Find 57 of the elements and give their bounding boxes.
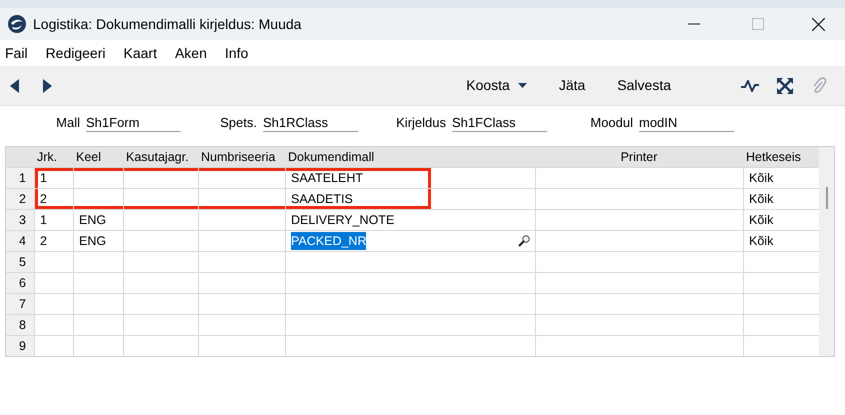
column-header[interactable]: Numbriseeria — [198, 147, 285, 167]
text-field[interactable]: Sh1RClass — [263, 114, 358, 132]
app-logo-icon — [7, 14, 27, 34]
menu-item[interactable]: Redigeeri — [46, 42, 106, 64]
back-arrow-icon[interactable] — [10, 78, 20, 92]
text-field[interactable]: Sh1FClass — [452, 114, 547, 132]
column-header[interactable]: Kasutajagr. — [123, 147, 198, 167]
table-cell[interactable] — [73, 168, 123, 188]
table-cell[interactable] — [198, 189, 285, 209]
row-number: 2 — [6, 189, 34, 209]
table-cell[interactable]: SAATELEHT — [286, 168, 431, 188]
menu-item[interactable]: Aken — [174, 42, 207, 64]
column-header[interactable]: Jrk. — [34, 147, 73, 167]
table-cell[interactable] — [123, 168, 198, 188]
field-label: Mall — [55, 114, 80, 132]
toolbar-button[interactable]: Jäta — [542, 75, 602, 96]
row-number: 8 — [6, 315, 34, 335]
text-field[interactable]: modIN — [639, 114, 734, 132]
menu-item[interactable]: Info — [224, 42, 248, 64]
table-cell[interactable]: DELIVERY_NOTE — [286, 210, 431, 230]
row-number: 6 — [6, 273, 34, 293]
pulse-icon[interactable] — [741, 80, 759, 92]
table-cell[interactable]: 1 — [34, 168, 73, 188]
column-header[interactable]: Printer — [535, 147, 743, 167]
row-number: 1 — [6, 168, 34, 188]
row-number: 5 — [6, 252, 34, 272]
table-cell[interactable]: 2 — [34, 189, 73, 209]
window-title: Logistika: Dokumendimalli kirjeldus: Muuda — [33, 14, 302, 34]
column-header[interactable]: Hetkeseis — [743, 147, 819, 167]
menu-item[interactable]: Kaart — [124, 42, 157, 64]
maximize-icon[interactable] — [752, 18, 764, 30]
field-label: Spets. — [219, 114, 257, 132]
table-cell[interactable]: PACKED_NR — [286, 231, 431, 251]
field-label: Moodul — [589, 114, 633, 132]
search-icon[interactable] — [518, 235, 530, 247]
toolbar-button[interactable]: Koosta — [450, 75, 543, 96]
menu-item[interactable]: Fail — [5, 42, 28, 64]
field-label: Kirjeldus — [395, 114, 446, 132]
row-number: 7 — [6, 294, 34, 314]
toolbar-button[interactable]: Salvesta — [601, 75, 687, 96]
close-icon[interactable] — [812, 18, 825, 30]
row-number: 4 — [6, 231, 34, 251]
table-cell[interactable] — [73, 189, 123, 209]
table-cell[interactable] — [198, 168, 285, 188]
column-header[interactable]: Dokumendimall — [285, 147, 535, 167]
paperclip-icon[interactable] — [811, 76, 827, 94]
scrollbar-thumb[interactable] — [826, 187, 828, 209]
column-header[interactable]: Keel — [73, 147, 123, 167]
row-number: 3 — [6, 210, 34, 230]
table-cell[interactable] — [123, 189, 198, 209]
forward-arrow-icon[interactable] — [42, 78, 52, 92]
table-cell[interactable]: SAADETIS — [286, 189, 431, 209]
row-number: 9 — [6, 336, 34, 356]
scrollbar[interactable] — [819, 147, 834, 356]
caret-icon — [518, 83, 527, 88]
text-field[interactable]: Sh1Form — [86, 114, 181, 132]
expand-icon[interactable] — [777, 78, 793, 94]
